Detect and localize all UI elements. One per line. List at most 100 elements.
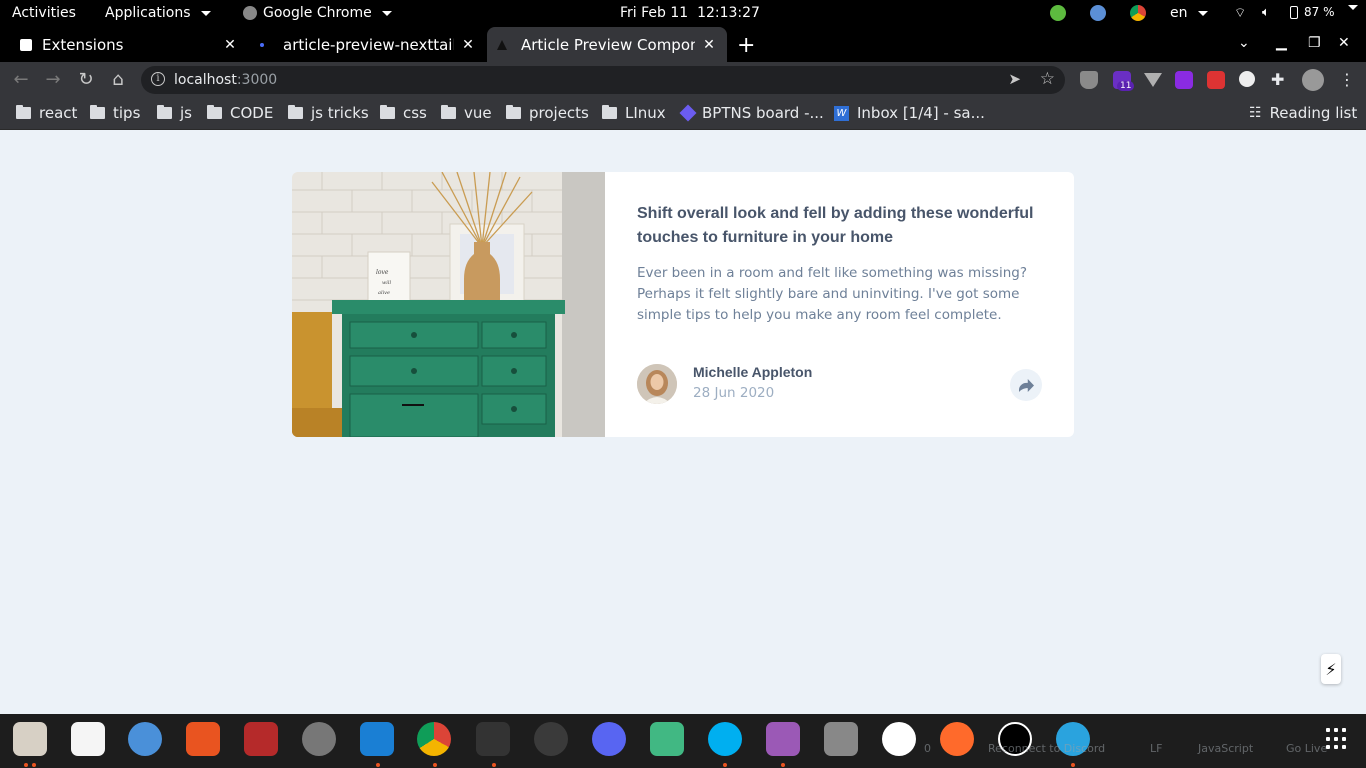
extension-purple-icon[interactable] xyxy=(1175,71,1193,89)
address-bar[interactable]: i localhost:3000 ➤ ☆ xyxy=(141,66,1065,94)
bookmark-link[interactable]: BPTNS board -... xyxy=(679,104,824,122)
skype-icon[interactable] xyxy=(708,722,742,756)
bookmark-folder[interactable]: vue xyxy=(441,104,492,122)
status-language: JavaScript xyxy=(1198,742,1254,755)
tab-strip: Extensions ✕ article-preview-nexttailwi … xyxy=(0,27,1366,62)
activities-button[interactable]: Activities xyxy=(12,5,76,21)
status-golive: Go Live xyxy=(1286,742,1328,755)
tab-article-preview-repo[interactable]: article-preview-nexttailwi ✕ xyxy=(250,27,486,62)
applications-menu[interactable]: Applications xyxy=(105,5,211,21)
url-text[interactable]: localhost:3000 xyxy=(174,72,277,88)
discord-icon[interactable] xyxy=(592,722,626,756)
tray-check-icon[interactable] xyxy=(1050,5,1066,21)
send-tab-icon[interactable]: ➤ xyxy=(1008,70,1021,88)
back-icon[interactable]: ← xyxy=(10,70,32,90)
system-top-bar: Activities Applications Google Chrome Fr… xyxy=(0,0,1366,27)
article-image: love will alive xyxy=(292,172,605,437)
svg-text:love: love xyxy=(376,269,389,276)
system-menu-chevron-icon[interactable] xyxy=(1344,5,1358,10)
volume-icon[interactable]: 🔈︎ xyxy=(1262,5,1270,20)
article-description: Ever been in a room and felt like someth… xyxy=(637,265,1028,323)
brave-shield-icon[interactable] xyxy=(1080,71,1098,89)
mail-icon: W xyxy=(834,105,849,121)
forward-icon[interactable]: → xyxy=(42,70,64,90)
tray-network-monitor-icon[interactable] xyxy=(1090,5,1106,21)
extension-badge: 11 xyxy=(1117,81,1135,91)
vscode-status-bar-behind-dock: 0 Reconnect to Discord LF JavaScript Go … xyxy=(800,738,1366,760)
status-discord: Reconnect to Discord xyxy=(988,742,1106,755)
board-icon xyxy=(679,104,697,122)
bookmark-folder[interactable]: css xyxy=(380,104,427,122)
tab-extensions[interactable]: Extensions ✕ xyxy=(10,27,248,62)
tab-search-chevron-icon[interactable]: ⌄ xyxy=(1238,35,1250,51)
folder-icon xyxy=(207,105,222,119)
running-indicator xyxy=(1071,763,1075,767)
vscode-icon[interactable] xyxy=(360,722,394,756)
bookmark-folder[interactable]: js tricks xyxy=(288,104,369,122)
chrome-icon[interactable] xyxy=(417,722,451,756)
article-content: Shift overall look and fell by adding th… xyxy=(637,202,1042,326)
text-editor-icon[interactable] xyxy=(71,722,105,756)
folder-icon xyxy=(380,105,395,119)
app-red-icon[interactable] xyxy=(244,722,278,756)
vue-devtools-icon[interactable] xyxy=(1144,73,1162,87)
close-icon[interactable]: ✕ xyxy=(701,37,717,53)
terminal-icon[interactable] xyxy=(476,722,510,756)
new-tab-button[interactable]: + xyxy=(737,33,755,58)
bookmark-folder[interactable]: projects xyxy=(506,104,589,122)
profile-avatar[interactable] xyxy=(1302,69,1324,91)
folder-icon xyxy=(441,105,456,119)
bookmark-folder[interactable]: js xyxy=(157,104,192,122)
battery-indicator[interactable]: 87 % xyxy=(1290,5,1335,19)
camera-app-icon[interactable] xyxy=(534,722,568,756)
info-icon[interactable]: i xyxy=(151,72,165,86)
language-menu[interactable]: en xyxy=(1170,5,1208,21)
reading-list-button[interactable]: ☷ Reading list xyxy=(1249,104,1357,122)
chevron-down-icon xyxy=(381,10,392,16)
vue-app-icon[interactable] xyxy=(650,722,684,756)
video-player-icon[interactable] xyxy=(766,722,800,756)
folder-icon xyxy=(506,105,521,119)
puzzle-icon xyxy=(20,38,32,51)
bookmark-link[interactable]: W Inbox [1/4] - sa... xyxy=(834,104,985,122)
active-app-menu[interactable]: Google Chrome xyxy=(243,5,392,21)
svg-text:alive: alive xyxy=(378,290,390,296)
close-icon[interactable]: ✕ xyxy=(460,37,476,53)
running-indicator xyxy=(32,763,36,767)
bookmark-folder[interactable]: tips xyxy=(90,104,140,122)
files-icon[interactable] xyxy=(13,722,47,756)
close-window-button[interactable]: ✕ xyxy=(1338,35,1350,51)
extension-red-icon[interactable] xyxy=(1207,71,1225,89)
running-indicator xyxy=(492,763,496,767)
dev-tools-bolt-icon[interactable]: ⚡︎ xyxy=(1321,654,1341,684)
wifi-icon[interactable]: ⌔ xyxy=(1234,5,1246,21)
menu-kebab-icon[interactable]: ⋮ xyxy=(1338,71,1356,89)
avatar xyxy=(637,364,677,404)
puzzle-icon[interactable]: ✚ xyxy=(1271,71,1289,89)
clock[interactable]: Fri Feb 11 12:13:27 xyxy=(620,5,760,21)
author-row: Michelle Appleton 28 Jun 2020 xyxy=(637,364,1042,404)
qbittorrent-icon[interactable] xyxy=(128,722,162,756)
settings-icon[interactable] xyxy=(302,722,336,756)
software-store-icon[interactable] xyxy=(186,722,220,756)
tab-article-preview-component[interactable]: Article Preview Compone ✕ xyxy=(487,27,727,62)
bookmarks-bar: react tips js CODE js tricks css vue pro… xyxy=(0,98,1366,130)
bookmark-folder[interactable]: CODE xyxy=(207,104,273,122)
share-icon xyxy=(1018,378,1034,392)
show-applications-icon[interactable] xyxy=(1326,728,1348,750)
home-icon[interactable]: ⌂ xyxy=(107,70,129,90)
share-button[interactable] xyxy=(1010,369,1042,401)
bookmark-star-icon[interactable]: ☆ xyxy=(1040,69,1055,89)
article-headline: Shift overall look and fell by adding th… xyxy=(637,205,1034,246)
maximize-button[interactable]: ❐ xyxy=(1308,35,1321,51)
bookmark-folder[interactable]: react xyxy=(16,104,77,122)
running-indicator xyxy=(723,763,727,767)
folder-icon xyxy=(602,105,617,119)
reload-icon[interactable]: ↻ xyxy=(75,70,97,90)
running-indicator xyxy=(376,763,380,767)
minimize-button[interactable]: ▁ xyxy=(1276,35,1287,51)
extension-circle-icon[interactable] xyxy=(1239,71,1255,87)
tray-chrome-icon[interactable] xyxy=(1130,5,1146,21)
bookmark-folder[interactable]: LInux xyxy=(602,104,666,122)
close-icon[interactable]: ✕ xyxy=(222,37,238,53)
